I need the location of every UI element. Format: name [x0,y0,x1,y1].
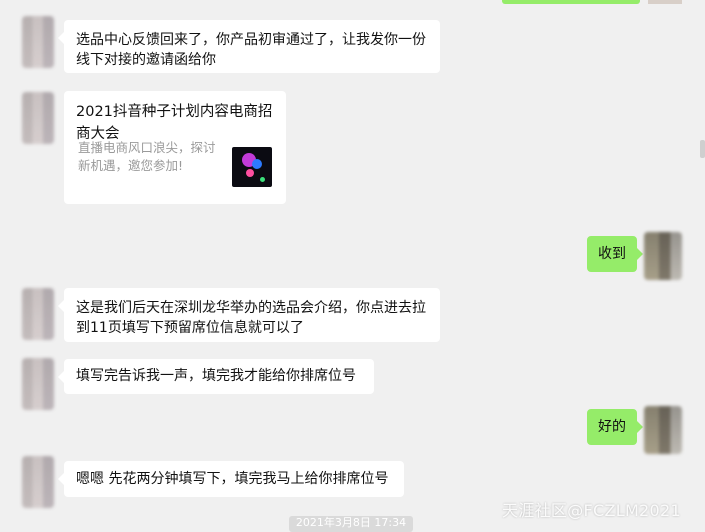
message-text: 嗯嗯 先花两分钟填写下，填完我马上给你排席位号 [76,471,389,487]
message-text: 好的 [598,419,626,435]
scrollbar-thumb[interactable] [700,140,705,158]
link-card-description: 直播电商风口浪尖，探讨新机遇，邀您参加! [78,140,216,173]
message-bubble[interactable]: 填写完告诉我一声，填完我才能给你排席位号 [58,359,374,394]
partial-sent-bubble [502,0,640,4]
event-poster-thumbnail-icon [232,147,272,187]
contact-avatar[interactable] [22,16,54,68]
message-bubble[interactable]: 嗯嗯 先花两分钟填写下，填完我马上给你排席位号 [58,461,404,497]
sent-message-bubble[interactable]: 好的 [587,409,643,445]
sent-message-bubble[interactable]: 收到 [587,236,643,272]
contact-avatar[interactable] [22,92,54,144]
partial-avatar [648,0,682,4]
contact-avatar[interactable] [22,456,54,508]
timestamp-label: 2021年3月8日 17:34 [289,516,413,532]
self-avatar[interactable] [644,406,682,454]
contact-avatar[interactable] [22,288,54,340]
message-text: 收到 [598,246,626,262]
watermark-text: 天涯社区@FCZLM2021 [502,501,681,520]
self-avatar[interactable] [644,232,682,280]
message-text: 填写完告诉我一声，填完我才能给你排席位号 [76,368,356,384]
message-text: 选品中心反馈回来了，你产品初审通过了，让我发你一份线下对接的邀请函给你 [76,32,426,68]
message-text: 这是我们后天在深圳龙华举办的选品会介绍，你点进去拉到11页填写下预留席位信息就可… [76,300,426,336]
link-card[interactable]: 2021抖音种子计划内容电商招商大会 直播电商风口浪尖，探讨新机遇，邀您参加! [64,91,286,204]
contact-avatar[interactable] [22,358,54,410]
message-bubble[interactable]: 这是我们后天在深圳龙华举办的选品会介绍，你点进去拉到11页填写下预留席位信息就可… [58,288,440,342]
message-bubble[interactable]: 选品中心反馈回来了，你产品初审通过了，让我发你一份线下对接的邀请函给你 [58,20,440,73]
